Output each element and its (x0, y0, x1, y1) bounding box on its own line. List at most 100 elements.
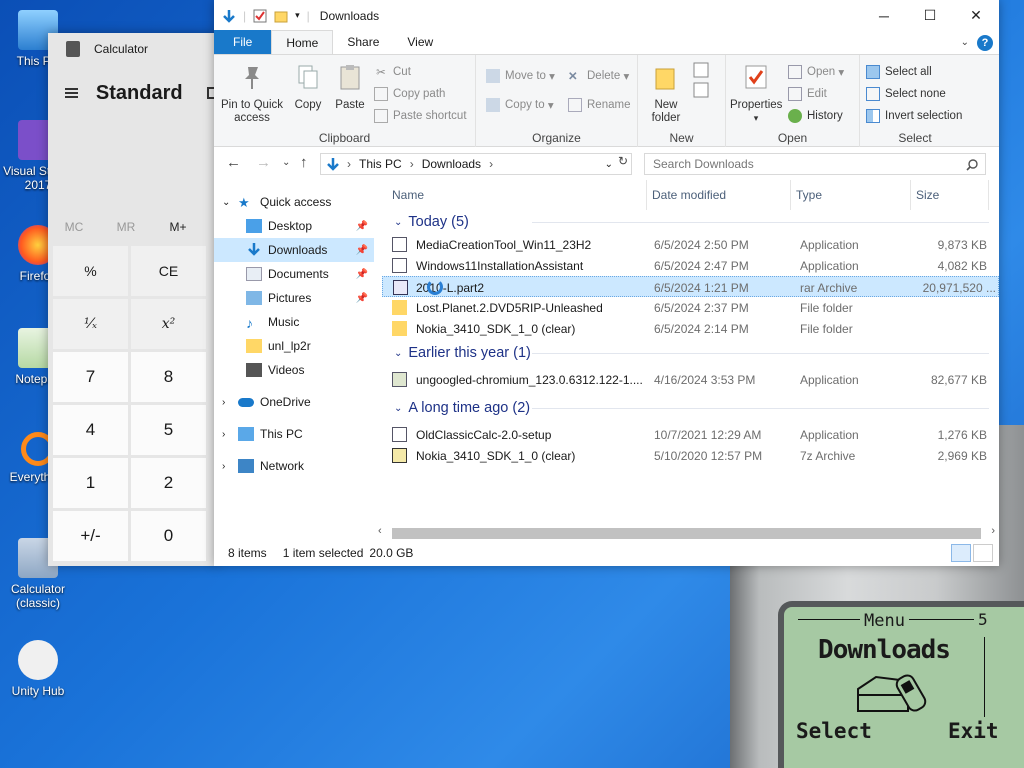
digit-7-button[interactable]: 7 (53, 352, 128, 402)
open-button[interactable]: Open ▾ (788, 65, 844, 79)
close-icon[interactable]: ✕ (953, 0, 999, 31)
file-row[interactable]: OldClassicCalc-2.0-setup 10/7/2021 12:29… (382, 424, 999, 445)
maximize-icon[interactable]: ☐ (907, 0, 953, 31)
cut-button[interactable]: ✂ Cut (374, 65, 411, 79)
memory-recall-button[interactable]: MR (100, 220, 152, 234)
nav-item-documents[interactable]: Documents 📌 (214, 262, 374, 286)
column-date-modified[interactable]: Date modified (652, 188, 726, 202)
paste-shortcut-button[interactable]: Paste shortcut (374, 109, 467, 123)
history-button[interactable]: History (788, 109, 843, 123)
tab-file[interactable]: File (214, 30, 272, 54)
column-type[interactable]: Type (796, 188, 822, 202)
expand-chevron-icon[interactable]: › (222, 429, 238, 440)
breadcrumb-downloads[interactable]: Downloads (422, 157, 481, 171)
digit-8-button[interactable]: 8 (131, 352, 206, 402)
new-item-icon[interactable] (692, 61, 714, 101)
copy-button[interactable]: Copy (288, 63, 328, 112)
large-icons-view-icon[interactable] (973, 544, 993, 562)
column-size[interactable]: Size (916, 188, 939, 202)
group-header-today[interactable]: ⌄ Today (5) (382, 210, 999, 234)
file-row[interactable]: ungoogled-chromium_123.0.6312.122-1.... … (382, 369, 999, 390)
details-view-icon[interactable] (951, 544, 971, 562)
nav-item-unl-lp2r[interactable]: unl_lp2r (214, 334, 374, 358)
select-none-button[interactable]: Select none (866, 87, 946, 101)
copy-to-button[interactable]: Copy to ▾ (486, 98, 554, 112)
file-row[interactable]: Windows11InstallationAssistant 6/5/2024 … (382, 255, 999, 276)
ribbon-collapse-icon[interactable]: ⌄ (961, 37, 969, 48)
clear-entry-button[interactable]: CE (131, 246, 206, 296)
hamburger-menu-icon[interactable] (65, 88, 78, 98)
delete-button[interactable]: ✕ Delete ▾ (568, 69, 629, 83)
scroll-right-icon[interactable]: › (991, 525, 995, 537)
scrollbar-thumb[interactable] (392, 528, 981, 539)
desktop-icon-unity-hub[interactable]: Unity Hub (0, 640, 76, 698)
file-row[interactable]: MediaCreationTool_Win11_23H2 6/5/2024 2:… (382, 234, 999, 255)
nav-item-quick-access[interactable]: ⌄ ★ Quick access (214, 190, 374, 214)
square-button[interactable]: x² (131, 299, 206, 349)
up-arrow-icon[interactable]: ↑ (300, 154, 308, 171)
phone-softkey-exit[interactable]: Exit (948, 719, 999, 743)
invert-selection-button[interactable]: Invert selection (866, 109, 962, 123)
qat-dropdown-icon[interactable]: ▾ (295, 10, 300, 21)
percent-button[interactable]: % (53, 246, 128, 296)
digit-4-button[interactable]: 4 (53, 405, 128, 455)
pin-quick-access-button[interactable]: Pin to Quick access (220, 63, 284, 125)
reciprocal-button[interactable]: ¹⁄ₓ (53, 299, 128, 349)
properties-button[interactable]: Properties ▾ (730, 63, 782, 125)
group-header-long-time-ago[interactable]: ⌄ A long time ago (2) (382, 396, 999, 420)
properties-icon[interactable] (253, 9, 267, 23)
nav-item-network[interactable]: › Network (214, 454, 374, 478)
nav-item-music[interactable]: ♪ Music (214, 310, 374, 334)
recent-locations-icon[interactable]: ⌄ (282, 157, 290, 168)
tab-view[interactable]: View (393, 30, 447, 54)
nav-item-pictures[interactable]: Pictures 📌 (214, 286, 374, 310)
file-row-selected[interactable]: 2010-L.part2 6/5/2024 1:21 PM rar Archiv… (382, 276, 999, 297)
explorer-titlebar[interactable]: | ▾ | Downloads ─ ☐ ✕ (214, 0, 999, 31)
nav-item-downloads[interactable]: Downloads 📌 (214, 238, 374, 262)
forward-arrow-icon[interactable]: → (256, 154, 271, 171)
digit-5-button[interactable]: 5 (131, 405, 206, 455)
copy-path-button[interactable]: Copy path (374, 87, 445, 101)
nav-item-onedrive[interactable]: › OneDrive (214, 390, 374, 414)
address-bar[interactable]: › This PC › Downloads › ⌄ (320, 153, 632, 175)
paste-button[interactable]: Paste (330, 63, 370, 112)
nav-item-this-pc[interactable]: › This PC (214, 422, 374, 446)
minimize-icon[interactable]: ─ (861, 0, 907, 31)
expand-chevron-icon[interactable]: ⌄ (222, 197, 238, 208)
back-arrow-icon[interactable]: ← (226, 154, 241, 171)
refresh-icon[interactable]: ↻ (618, 154, 632, 174)
help-icon[interactable]: ? (977, 35, 993, 51)
digit-2-button[interactable]: 2 (131, 458, 206, 508)
file-row[interactable]: Lost.Planet.2.DVD5RIP-Unleashed 6/5/2024… (382, 297, 999, 318)
new-folder-button[interactable]: New folder (646, 63, 686, 125)
file-explorer-window: | ▾ | Downloads ─ ☐ ✕ File Home Share Vi… (214, 0, 999, 566)
new-folder-icon[interactable] (274, 9, 288, 23)
select-all-button[interactable]: Select all (866, 65, 932, 79)
phone-softkey-select[interactable]: Select (796, 719, 872, 743)
file-row[interactable]: Nokia_3410_SDK_1_0 (clear) 5/10/2020 12:… (382, 445, 999, 466)
expand-chevron-icon[interactable]: › (222, 461, 238, 472)
tab-share[interactable]: Share (333, 30, 393, 54)
nav-item-desktop[interactable]: Desktop 📌 (214, 214, 374, 238)
negate-button[interactable]: +/- (53, 511, 128, 561)
digit-0-button[interactable]: 0 (131, 511, 206, 561)
nav-item-videos[interactable]: Videos (214, 358, 374, 382)
move-to-button[interactable]: Move to ▾ (486, 69, 555, 83)
group-header-earlier-this-year[interactable]: ⌄ Earlier this year (1) (382, 341, 999, 365)
scroll-left-icon[interactable]: ‹ (378, 525, 382, 537)
breadcrumb-this-pc[interactable]: This PC (359, 157, 402, 171)
edit-button[interactable]: Edit (788, 87, 827, 101)
column-name[interactable]: Name (392, 188, 424, 202)
memory-add-button[interactable]: M+ (152, 220, 204, 234)
rename-button[interactable]: Rename (568, 98, 630, 112)
digit-1-button[interactable]: 1 (53, 458, 128, 508)
file-row[interactable]: Nokia_3410_SDK_1_0 (clear) 6/5/2024 2:14… (382, 318, 999, 339)
search-input[interactable]: Search Downloads (644, 153, 986, 175)
move-to-icon (486, 69, 500, 83)
address-dropdown-icon[interactable]: ⌄ (605, 159, 613, 170)
memory-clear-button[interactable]: MC (48, 220, 100, 234)
tab-home[interactable]: Home (271, 30, 334, 54)
calculator-titlebar[interactable]: Calculator (48, 33, 218, 65)
search-icon[interactable] (966, 159, 978, 171)
expand-chevron-icon[interactable]: › (222, 397, 238, 408)
